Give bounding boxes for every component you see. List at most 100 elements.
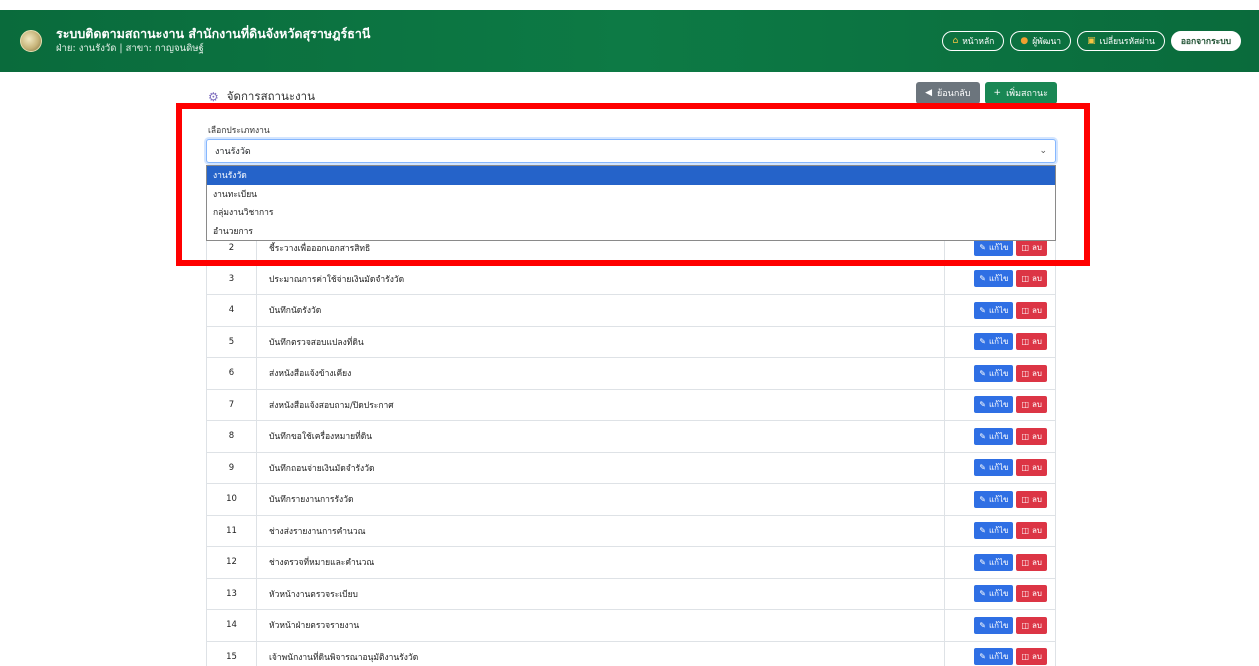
change-password-button[interactable]: ▣ เปลี่ยนรหัสผ่าน bbox=[1077, 31, 1165, 51]
edit-button[interactable]: ✎ แก้ไข bbox=[974, 396, 1014, 414]
delete-button[interactable]: ◫ ลบ bbox=[1016, 301, 1047, 319]
edit-label: แก้ไข bbox=[988, 620, 1009, 630]
add-status-button[interactable]: + เพิ่มสถานะ bbox=[984, 82, 1057, 104]
pencil-icon: ✎ bbox=[979, 620, 986, 630]
plus-icon: + bbox=[993, 88, 1002, 98]
back-label: ย้อนกลับ bbox=[937, 89, 971, 99]
edit-button[interactable]: ✎ แก้ไข bbox=[974, 648, 1014, 666]
delete-button[interactable]: ◫ ลบ bbox=[1016, 333, 1047, 351]
row-actions: ✎ แก้ไข ◫ ลบ bbox=[945, 264, 1055, 295]
work-type-dropdown: งานรังวัด งานทะเบียน กลุ่มงานวิชาการ อำน… bbox=[206, 165, 1056, 241]
row-number: 14 bbox=[207, 610, 257, 641]
edit-label: แก้ไข bbox=[988, 526, 1009, 536]
edit-button[interactable]: ✎ แก้ไข bbox=[974, 270, 1014, 288]
pencil-icon: ✎ bbox=[979, 589, 986, 599]
row-name: บันทึกรายงานการรังวัด bbox=[257, 484, 945, 515]
edit-button[interactable]: ✎ แก้ไข bbox=[974, 490, 1014, 508]
trash-icon: ◫ bbox=[1021, 620, 1030, 630]
table-row: 11 ช่างส่งรายงานการคำนวณ ✎ แก้ไข ◫ ลบ bbox=[206, 515, 1056, 547]
pencil-icon: ✎ bbox=[979, 463, 986, 473]
work-type-label: เลือกประเภทงาน bbox=[208, 126, 270, 136]
delete-label: ลบ bbox=[1032, 652, 1042, 662]
chevron-down-icon: ⌄ bbox=[1039, 146, 1047, 156]
back-button[interactable]: ◀ ย้อนกลับ bbox=[916, 82, 980, 104]
edit-button[interactable]: ✎ แก้ไข bbox=[974, 364, 1014, 382]
logout-button[interactable]: ออกจากระบบ bbox=[1170, 31, 1241, 51]
work-type-option[interactable]: งานทะเบียน bbox=[207, 185, 1055, 204]
trash-icon: ◫ bbox=[1021, 463, 1030, 473]
edit-label: แก้ไข bbox=[988, 368, 1009, 378]
delete-label: ลบ bbox=[1032, 431, 1042, 441]
pencil-icon: ✎ bbox=[979, 652, 986, 662]
work-type-option[interactable]: กลุ่มงานวิชาการ bbox=[207, 203, 1055, 222]
delete-label: ลบ bbox=[1032, 620, 1042, 630]
edit-label: แก้ไข bbox=[988, 337, 1009, 347]
trash-icon: ◫ bbox=[1021, 431, 1030, 441]
delete-button[interactable]: ◫ ลบ bbox=[1016, 239, 1047, 257]
row-actions: ✎ แก้ไข ◫ ลบ bbox=[945, 295, 1055, 326]
delete-button[interactable]: ◫ ลบ bbox=[1016, 459, 1047, 477]
row-number: 13 bbox=[207, 578, 257, 609]
delete-button[interactable]: ◫ ลบ bbox=[1016, 427, 1047, 445]
work-type-option[interactable]: งานรังวัด bbox=[207, 166, 1055, 185]
edit-button[interactable]: ✎ แก้ไข bbox=[974, 333, 1014, 351]
edit-button[interactable]: ✎ แก้ไข bbox=[974, 301, 1014, 319]
edit-label: แก้ไข bbox=[988, 243, 1009, 253]
delete-button[interactable]: ◫ ลบ bbox=[1016, 270, 1047, 288]
row-number: 7 bbox=[207, 389, 257, 420]
pencil-icon: ✎ bbox=[979, 400, 986, 410]
add-status-label: เพิ่มสถานะ bbox=[1006, 89, 1048, 99]
app-header: ระบบติดตามสถานะงาน สำนักงานที่ดินจังหวัด… bbox=[0, 10, 1259, 72]
delete-button[interactable]: ◫ ลบ bbox=[1016, 585, 1047, 603]
home-button[interactable]: ⌂ หน้าหลัก bbox=[942, 31, 1005, 51]
table-row: 6 ส่งหนังสือแจ้งข้างเคียง ✎ แก้ไข ◫ ลบ bbox=[206, 358, 1056, 390]
delete-label: ลบ bbox=[1032, 305, 1042, 315]
row-actions: ✎ แก้ไข ◫ ลบ bbox=[945, 421, 1055, 452]
table-row: 4 บันทึกนัดรังวัด ✎ แก้ไข ◫ ลบ bbox=[206, 295, 1056, 327]
row-actions: ✎ แก้ไข ◫ ลบ bbox=[945, 547, 1055, 578]
edit-button[interactable]: ✎ แก้ไข bbox=[974, 459, 1014, 477]
row-number: 6 bbox=[207, 358, 257, 389]
delete-button[interactable]: ◫ ลบ bbox=[1016, 616, 1047, 634]
edit-button[interactable]: ✎ แก้ไข bbox=[974, 239, 1014, 257]
pencil-icon: ✎ bbox=[979, 368, 986, 378]
logout-label: ออกจากระบบ bbox=[1180, 37, 1231, 47]
work-type-select[interactable]: งานรังวัด ⌄ bbox=[206, 139, 1056, 163]
row-actions: ✎ แก้ไข ◫ ลบ bbox=[945, 516, 1055, 547]
edit-button[interactable]: ✎ แก้ไข bbox=[974, 522, 1014, 540]
delete-label: ลบ bbox=[1032, 368, 1042, 378]
edit-button[interactable]: ✎ แก้ไข bbox=[974, 427, 1014, 445]
row-name: บันทึกตรวจสอบแปลงที่ดิน bbox=[257, 326, 945, 357]
delete-label: ลบ bbox=[1032, 400, 1042, 410]
table-row: 12 ช่างตรวจที่หมายและคำนวณ ✎ แก้ไข ◫ ลบ bbox=[206, 547, 1056, 579]
delete-button[interactable]: ◫ ลบ bbox=[1016, 553, 1047, 571]
delete-button[interactable]: ◫ ลบ bbox=[1016, 396, 1047, 414]
home-label: หน้าหลัก bbox=[962, 37, 995, 47]
trash-icon: ◫ bbox=[1021, 368, 1030, 378]
delete-button[interactable]: ◫ ลบ bbox=[1016, 364, 1047, 382]
edit-button[interactable]: ✎ แก้ไข bbox=[974, 585, 1014, 603]
work-type-option[interactable]: อำนวยการ bbox=[207, 222, 1055, 241]
edit-button[interactable]: ✎ แก้ไข bbox=[974, 616, 1014, 634]
row-actions: ✎ แก้ไข ◫ ลบ bbox=[945, 453, 1055, 484]
table-row: 13 หัวหน้างานตรวจระเบียบ ✎ แก้ไข ◫ ลบ bbox=[206, 578, 1056, 610]
row-number: 4 bbox=[207, 295, 257, 326]
edit-button[interactable]: ✎ แก้ไข bbox=[974, 553, 1014, 571]
row-name: บันทึกนัดรังวัด bbox=[257, 295, 945, 326]
delete-button[interactable]: ◫ ลบ bbox=[1016, 648, 1047, 666]
developer-button[interactable]: ● ผู้พัฒนา bbox=[1010, 31, 1072, 51]
delete-button[interactable]: ◫ ลบ bbox=[1016, 490, 1047, 508]
pencil-icon: ✎ bbox=[979, 337, 986, 347]
trash-icon: ◫ bbox=[1021, 305, 1030, 315]
edit-label: แก้ไข bbox=[988, 400, 1009, 410]
edit-label: แก้ไข bbox=[988, 463, 1009, 473]
row-actions: ✎ แก้ไข ◫ ลบ bbox=[945, 642, 1055, 666]
developer-label: ผู้พัฒนา bbox=[1032, 37, 1062, 47]
delete-button[interactable]: ◫ ลบ bbox=[1016, 522, 1047, 540]
row-number: 3 bbox=[207, 263, 257, 294]
edit-label: แก้ไข bbox=[988, 494, 1009, 504]
pencil-icon: ✎ bbox=[979, 431, 986, 441]
row-name: หัวหน้างานตรวจระเบียบ bbox=[257, 578, 945, 609]
row-number: 9 bbox=[207, 452, 257, 483]
edit-label: แก้ไข bbox=[988, 589, 1009, 599]
